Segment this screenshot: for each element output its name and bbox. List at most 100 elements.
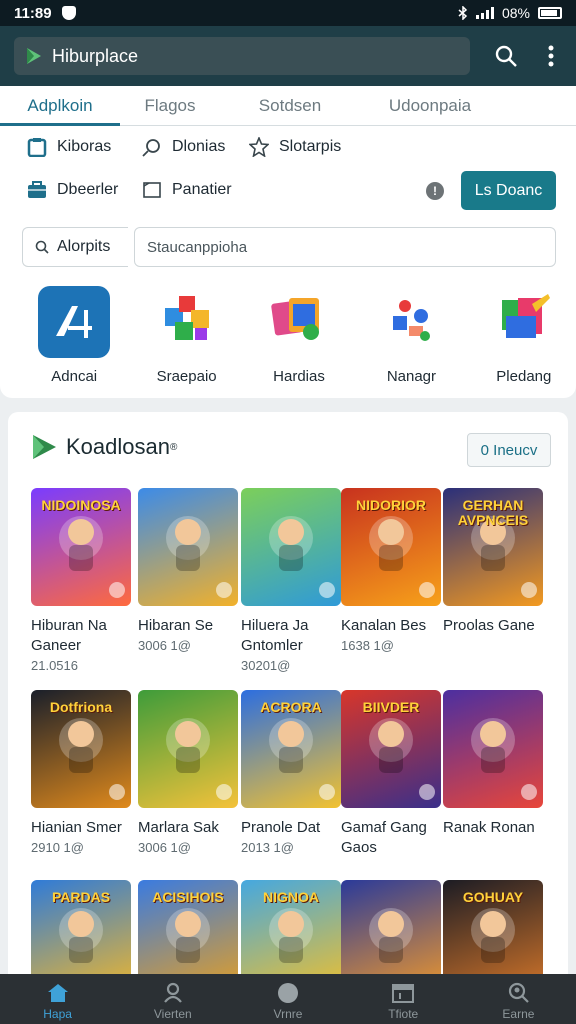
quick-link-dbeerler[interactable]: Dbeerler [27, 180, 118, 200]
game-thumbnail [138, 488, 238, 606]
search-icon [35, 240, 49, 254]
bluetooth-icon [458, 6, 468, 20]
game-subtitle: Gaos [341, 839, 377, 856]
home-icon [47, 984, 68, 1002]
app-bar: Hiburplace [0, 26, 576, 86]
search-chip[interactable]: Alorpits [22, 227, 128, 267]
clipboard-icon [27, 138, 47, 157]
game-thumbnail: NIDOINOSA [31, 488, 131, 606]
puzzle-blocks-icon [164, 296, 209, 340]
game-thumbnail: GERHAN AVPNCEIS [443, 488, 543, 606]
palette-icon [501, 294, 550, 338]
game-character-art [269, 516, 335, 598]
tab-2[interactable]: Sotdsen [220, 86, 360, 126]
app-logo-icon [38, 286, 111, 358]
search-icon[interactable] [494, 44, 518, 68]
game-card[interactable]: Ranak Ronan [443, 690, 543, 840]
quick-link-slotarpis[interactable]: Slotarpis [249, 137, 341, 157]
category-row: Adncai Sraepaio Hardias Nanagr Pledang [0, 286, 576, 385]
game-art-text: ACRORA [260, 699, 322, 715]
cards-icon [271, 298, 320, 340]
game-character-art [166, 718, 232, 800]
app-title: Hiburplace [52, 45, 139, 66]
briefcase-icon [28, 181, 46, 198]
calendar-icon [392, 984, 415, 1003]
quick-link-panatier[interactable]: Panatier [142, 180, 232, 200]
game-subtitle: Gntomler [241, 637, 303, 654]
category-1[interactable]: Sraepaio [134, 286, 238, 385]
leaf-logo-icon [27, 48, 41, 64]
game-thumbnail: NIDORIOR [341, 488, 441, 606]
tab-1[interactable]: Flagos [120, 86, 220, 126]
game-art-text: NIDOINOSA [41, 497, 121, 513]
game-card[interactable]: BIIVDER Gamaf Gang Gaos [341, 690, 441, 860]
game-meta: 2910 1@ [31, 840, 84, 855]
game-title: Marlara Sak [138, 819, 219, 836]
game-art-text: NIDORIOR [356, 497, 426, 513]
nav-home[interactable]: Hapa [0, 974, 115, 1024]
quick-link-kiboras[interactable]: Kiboras [27, 137, 111, 157]
section-header: Koadlosan ® [30, 432, 177, 462]
quick-link-dlonias[interactable]: Dlonias [142, 137, 225, 157]
game-meta: 2013 1@ [241, 840, 294, 855]
section-more-button[interactable]: 0 Ineucv [467, 433, 551, 467]
game-title: Pranole Dat [241, 819, 321, 836]
game-title: Hianian Smer [31, 819, 122, 836]
image-icon [143, 182, 161, 198]
section-title: Koadlosan [66, 434, 170, 459]
game-thumbnail [241, 488, 341, 606]
tab-0[interactable]: Adplkoin [0, 86, 120, 126]
game-meta: 3006 1@ [138, 840, 191, 855]
game-card[interactable]: NIDORIOR Kanalan Bes 1638 1@ [341, 488, 441, 653]
category-4[interactable]: Pledang [472, 286, 576, 385]
game-character-art [471, 718, 537, 800]
game-meta: 3006 1@ [138, 638, 191, 653]
nav-circle[interactable]: Vrnre [230, 974, 345, 1024]
game-meta: 21.0516 [31, 658, 78, 673]
game-title: Gamaf Gang [341, 819, 427, 836]
game-meta: 30201@ [241, 658, 291, 673]
info-icon[interactable]: ! [426, 182, 444, 200]
game-card[interactable]: Dotfriona Hianian Smer 2910 1@ [31, 690, 131, 855]
game-character-art [166, 516, 232, 598]
shield-icon [61, 6, 76, 20]
category-0[interactable]: Adncai [22, 286, 126, 385]
game-thumbnail: BIIVDER [341, 690, 441, 808]
game-card[interactable]: GERHAN AVPNCEIS Proolas Gane [443, 488, 543, 638]
nav-calendar[interactable]: Tfiote [346, 974, 461, 1024]
game-card[interactable]: Hibaran Se 3006 1@ [138, 488, 238, 653]
app-search-bar[interactable]: Hiburplace [14, 37, 470, 75]
game-title: Proolas Gane [443, 617, 535, 634]
game-subtitle: Ganeer [31, 637, 82, 654]
game-art-text: NIGNOA [263, 889, 319, 905]
game-meta: 1638 1@ [341, 638, 394, 653]
game-card[interactable]: Hiluera Ja Gntomler 30201@ [241, 488, 341, 673]
game-title: Kanalan Bes [341, 617, 427, 634]
more-vert-icon[interactable] [548, 45, 554, 67]
search-input[interactable]: Staucanppioha [134, 227, 556, 267]
game-thumbnail: ACRORA [241, 690, 341, 808]
game-thumbnail [443, 690, 543, 808]
game-art-text: GERHAN AVPNCEIS [457, 497, 529, 528]
game-card[interactable]: ACRORA Pranole Dat 2013 1@ [241, 690, 341, 855]
featured-section: Koadlosan ® 0 Ineucv NIDOINOSA Hiburan Na G… [8, 412, 568, 1012]
category-2[interactable]: Hardias [247, 286, 351, 385]
battery-percent: 08% [501, 5, 530, 21]
nav-search[interactable]: Earne [461, 974, 576, 1024]
star-badge-icon [249, 137, 269, 157]
tab-bar: Adplkoin Flagos Sotdsen Udoonpaia [0, 86, 576, 126]
tab-3[interactable]: Udoonpaia [360, 86, 500, 126]
bottom-nav: Hapa Vierten Vrnre Tfiote Earne [0, 974, 576, 1024]
people-icon [163, 982, 182, 1003]
filter-button[interactable]: Ls Doanc [461, 171, 556, 210]
game-title: Hibaran Se [138, 617, 214, 634]
game-title: Ranak Ronan [443, 819, 535, 836]
nav-people[interactable]: Vierten [115, 974, 230, 1024]
game-card[interactable]: NIDOINOSA Hiburan Na Ganeer 21.0516 [31, 488, 131, 673]
game-title: Hiluera Ja [241, 617, 309, 634]
battery-icon [538, 7, 562, 19]
status-bar: 11:89 08% [0, 0, 576, 26]
category-3[interactable]: Nanagr [359, 286, 463, 385]
game-art-text: Dotfriona [49, 699, 113, 715]
game-card[interactable]: Marlara Sak 3006 1@ [138, 690, 238, 855]
